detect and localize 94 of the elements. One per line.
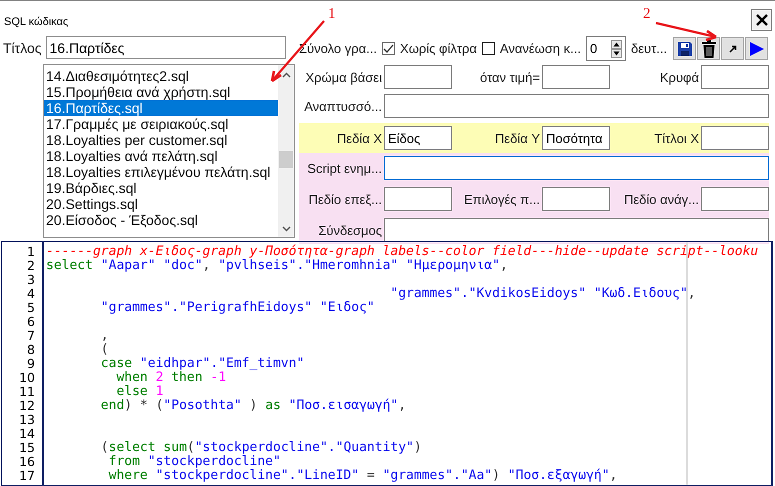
text-field[interactable]: Είδος [384,126,452,150]
scrollbar[interactable] [278,65,294,237]
file-list-item[interactable]: 20.Είσοδος - Έξοδος.sql [44,212,278,228]
code-line: end) * ("Posothta" ) as "Ποσ.εισαγωγή", [100,398,406,413]
line-number: 13 [18,413,36,427]
file-list-item[interactable]: 15.Προμήθεια ανά χρήστη.sql [44,84,278,100]
close-icon [756,14,768,26]
file-list-item[interactable]: 14.Διαθεσιμότητες2.sql [44,68,278,84]
code-line: (select sum("stockperdocline"."Quantity") [100,440,422,455]
refresh-label: Ανανέωση κ... [500,41,581,56]
text-field[interactable] [701,126,769,150]
line-number: 4 [26,287,36,301]
line-number: 14 [18,427,36,441]
interval-spinner[interactable]: 0 [586,36,626,61]
code-line: when 2 then -1 [115,370,226,385]
line-number: 15 [18,441,36,455]
field-label: Σύνδεσμος [317,222,382,238]
line-number: 11 [18,385,36,399]
text-field[interactable]: Ποσότητα [542,126,610,150]
field-label: Επιλογές π... [462,192,540,206]
code-line: , [100,328,109,343]
field-label: Τίτλοι X [653,130,699,146]
chevron-down-icon[interactable] [282,226,290,232]
close-button[interactable] [751,9,772,31]
save-button[interactable] [673,37,696,60]
code-line: from "stockperdocline" [108,454,281,469]
annotation-arrow [656,22,718,42]
line-number: 8 [26,343,36,357]
delete-button[interactable] [697,37,720,60]
file-list-item[interactable]: 16.Παρτίδες.sql [44,100,278,116]
code-line: else 1 [115,384,164,399]
spin-down-icon[interactable] [611,48,622,58]
text-field[interactable] [384,156,769,180]
field-label: όταν τιμή= [479,70,540,84]
field-label: Πεδίο επεξ... [308,192,382,206]
text-field[interactable] [542,65,610,89]
checkbox[interactable] [482,42,495,55]
field-label: Πεδία X [336,130,382,146]
save-icon [676,40,693,56]
line-number: 6 [26,315,36,329]
file-list-item[interactable]: 18.Loyalties per customer.sql [44,132,278,148]
file-list-item[interactable]: 17.Γραμμές με σειριακούς.sql [44,116,278,132]
line-number: 9 [26,357,36,371]
line-number: 10 [18,371,36,385]
line-number: 5 [26,301,36,315]
spin-up-icon[interactable] [611,40,622,48]
text-field[interactable] [542,187,610,211]
code-line: where "stockperdocline"."LineID" = "grammes"."Aa") "Ποσ.εξαγωγή", [108,468,618,483]
field-label: Χρώμα βάσει [304,70,382,84]
field-label: Script ενημ... [306,160,382,176]
checkbox-label: Σύνολο γρα... [299,41,378,56]
text-field[interactable] [384,187,452,211]
title-label: Τίτλος [3,40,42,56]
code-line: select "Aapar" "doc", "pvlhseis"."Hmeromhnia" "Ημερομηνια", [46,258,508,273]
code-line: ------graph x-Ειδος-graph y-Ποσότητα-graph labels--color field---hide--update script--looku [46,244,758,259]
arrow-icon [728,44,737,52]
text-field[interactable] [701,187,769,211]
file-list-item[interactable]: 20.Settings.sql [44,196,278,212]
line-number: 1 [26,245,36,259]
field-label: Αναπτυσσό... [303,98,382,114]
seconds-label: δευτ... [631,41,668,56]
line-number: 2 [26,259,36,273]
annotation-number: 2 [643,6,650,23]
line-number: 17 [18,469,36,483]
title-field[interactable]: 16.Παρτίδες [46,36,286,59]
line-number: 12 [18,399,36,413]
line-number: 3 [26,273,36,287]
file-list-item[interactable]: 18.Loyalties ανά πελάτη.sql [44,148,278,164]
code-line: ( [100,342,109,357]
trash-icon [700,40,717,58]
code-line: "grammes"."PerigrafhEidoys" "Ειδος" [100,300,375,315]
chevron-up-icon[interactable] [282,72,290,78]
file-list-item[interactable]: 18.Loyalties επιλεγμένου πελάτη.sql [44,164,278,180]
scrollbar-thumb[interactable] [279,151,293,168]
line-number: 16 [18,455,36,469]
code-line: case "eidhpar"."Emf_timvn" [100,356,304,371]
field-label: Κρυφά [658,70,699,84]
checkbox-label: Χωρίς φίλτρα [400,41,477,56]
code-editor[interactable] [1,241,773,486]
play-icon [748,40,765,56]
window-title: SQL κώδικας [4,16,68,30]
expand-button[interactable] [721,37,744,60]
text-field[interactable] [384,65,452,89]
field-label: Πεδίο ανάγ... [622,192,699,206]
field-label: Πεδία Y [494,130,540,146]
annotation-number: 1 [328,6,336,23]
checkbox[interactable] [382,42,396,55]
text-field[interactable] [384,218,769,242]
code-line: "grammes"."KvdikosEidoys" "Κωδ.Ειδους", [389,286,696,301]
run-button[interactable] [745,37,768,60]
file-list-item[interactable]: 19.Βάρδιες.sql [44,180,278,196]
line-number: 7 [26,329,36,343]
text-field[interactable] [701,65,769,89]
text-field[interactable] [384,94,769,118]
